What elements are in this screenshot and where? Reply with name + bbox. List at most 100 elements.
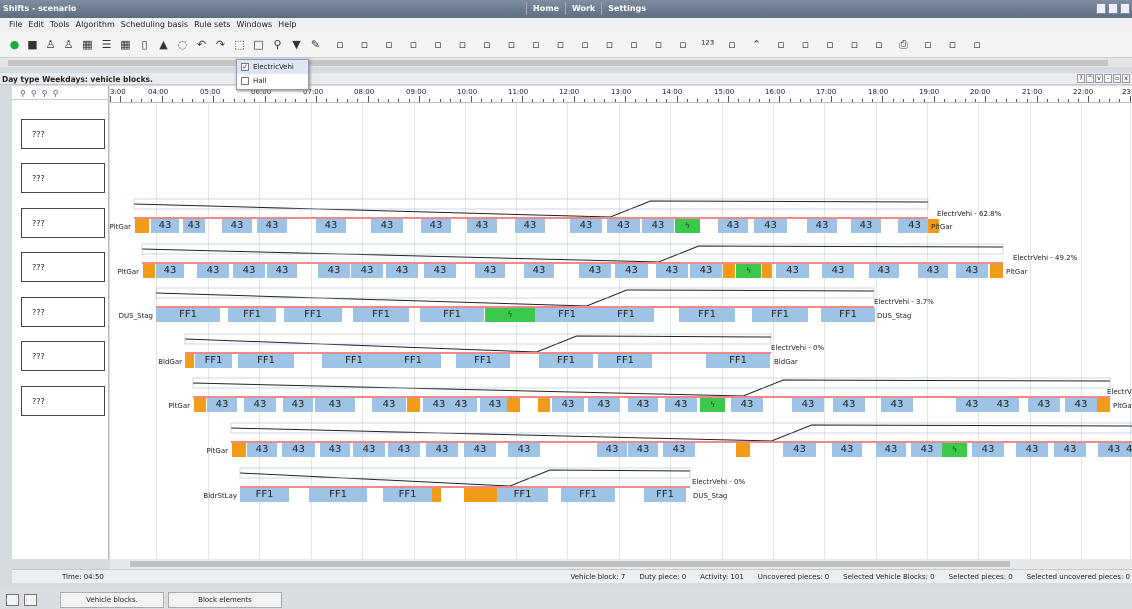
list-icon[interactable]: ☰: [100, 38, 113, 51]
zoom-in-icon[interactable]: ⚲: [20, 89, 26, 98]
trip-block[interactable]: 43: [267, 264, 297, 278]
trip-block[interactable]: FF1: [385, 354, 441, 368]
maximize-button[interactable]: [1108, 3, 1118, 14]
checkbox-checked-icon[interactable]: ✓: [241, 63, 249, 71]
deadhead-block[interactable]: [1097, 398, 1110, 412]
trip-block[interactable]: FF1: [679, 308, 735, 322]
trip-block[interactable]: 43: [372, 398, 406, 412]
trip-block[interactable]: 43: [832, 443, 862, 457]
menu-tools[interactable]: Tools: [50, 18, 70, 32]
menu-rule-sets[interactable]: Rule sets: [194, 18, 230, 32]
trip-block[interactable]: 43: [1065, 398, 1097, 412]
pane-min-icon[interactable]: -: [1104, 74, 1112, 83]
vehicle-label[interactable]: ???: [21, 297, 105, 327]
deadhead-block[interactable]: [990, 264, 1003, 278]
trip-block[interactable]: FF1: [561, 488, 615, 502]
trip-block[interactable]: 43: [424, 264, 456, 278]
trip-block[interactable]: 43: [421, 219, 451, 233]
trip-block[interactable]: FF1: [383, 488, 432, 502]
trip-block[interactable]: 43: [822, 264, 854, 278]
trip-block[interactable]: 43: [876, 443, 906, 457]
trip-block[interactable]: 43: [570, 219, 602, 233]
trip-block[interactable]: 43: [731, 398, 763, 412]
select-icon[interactable]: ⬚: [233, 38, 246, 51]
menu-edit[interactable]: Edit: [28, 18, 44, 32]
deadhead-block[interactable]: [194, 398, 206, 412]
pane-close-icon[interactable]: x: [1122, 74, 1130, 83]
thumb-icon[interactable]: ▫: [554, 38, 567, 51]
deadhead-block[interactable]: [143, 264, 155, 278]
trip-block[interactable]: 43: [320, 443, 350, 457]
trip-block[interactable]: 43: [353, 443, 385, 457]
document-icon[interactable]: ▯: [138, 38, 151, 51]
deadhead-block[interactable]: [135, 219, 149, 233]
target-icon[interactable]: ▫: [652, 38, 665, 51]
printer-icon[interactable]: ⎙: [897, 38, 910, 51]
deadhead-block[interactable]: [407, 398, 420, 412]
trip-block[interactable]: 43: [283, 398, 313, 412]
trip-block[interactable]: 43: [956, 264, 988, 278]
deadhead-block[interactable]: [507, 398, 520, 412]
trip-block[interactable]: 43: [244, 398, 276, 412]
trip-block[interactable]: 43: [656, 264, 688, 278]
trip-block[interactable]: 43: [207, 398, 237, 412]
trip-block[interactable]: FF1: [240, 488, 289, 502]
trip-block[interactable]: 43: [911, 443, 943, 457]
gantt-timeline[interactable]: 3:00 04:00 05:00 06:00 07:00 08:00 09:00 10:00 1…: [110, 86, 1132, 559]
trip-block[interactable]: 43: [257, 219, 287, 233]
trip-block[interactable]: 43: [833, 398, 865, 412]
bulb-icon[interactable]: ▫: [505, 38, 518, 51]
align-icon[interactable]: ▫: [873, 38, 886, 51]
toolbar-scrollbar[interactable]: [0, 57, 1132, 67]
trip-block[interactable]: 43: [222, 219, 252, 233]
trip-block[interactable]: 43: [151, 219, 179, 233]
merge-icon[interactable]: ▫: [383, 38, 396, 51]
trip-block[interactable]: 43: [607, 219, 640, 233]
pane-up-icon[interactable]: ^: [1086, 74, 1094, 83]
chart-icon[interactable]: ▫: [971, 38, 984, 51]
trip-block[interactable]: 43: [597, 443, 627, 457]
trip-block[interactable]: 43: [792, 398, 824, 412]
filter-icon[interactable]: ▼: [290, 38, 303, 51]
trip-block[interactable]: FF1: [420, 308, 484, 322]
vehicle-label[interactable]: ???: [21, 252, 105, 282]
trip-block[interactable]: 43: [918, 264, 948, 278]
trip-block[interactable]: 43: [987, 398, 1019, 412]
trip-block[interactable]: FF1: [353, 308, 409, 322]
trip-block[interactable]: 43: [315, 398, 355, 412]
trip-block[interactable]: 43: [426, 443, 458, 457]
trip-block[interactable]: 43: [1016, 443, 1048, 457]
tab-vehicle-blocks[interactable]: Vehicle blocks.: [60, 592, 164, 608]
copyright-icon[interactable]: ▫: [530, 38, 543, 51]
trip-block[interactable]: 43: [183, 219, 205, 233]
trip-block[interactable]: 43: [776, 264, 809, 278]
trip-block[interactable]: FF1: [228, 308, 276, 322]
cut-icon[interactable]: ▫: [358, 38, 371, 51]
move-icon[interactable]: ▫: [456, 38, 469, 51]
paint-icon[interactable]: ✎: [309, 38, 322, 51]
search-icon[interactable]: ⚲: [271, 38, 284, 51]
restore-pane-icon[interactable]: [24, 594, 37, 606]
redo-icon[interactable]: ↷: [214, 38, 227, 51]
trip-block[interactable]: 43: [663, 443, 695, 457]
table-icon[interactable]: ▦: [119, 38, 132, 51]
trip-block[interactable]: 43: [807, 219, 837, 233]
trip-block[interactable]: 43: [475, 264, 505, 278]
scroll-thumb[interactable]: [130, 561, 1010, 567]
deadhead-block[interactable]: [736, 443, 750, 457]
nav-home[interactable]: Home: [526, 2, 565, 15]
trip-block[interactable]: 43: [515, 219, 545, 233]
deadhead-block[interactable]: [185, 354, 194, 368]
trip-block[interactable]: 43: [588, 398, 620, 412]
grid-icon[interactable]: ▫: [726, 38, 739, 51]
trip-block[interactable]: FF1: [535, 308, 599, 322]
vehicle-label[interactable]: ???: [21, 341, 105, 371]
vehicle-label[interactable]: ???: [21, 208, 105, 238]
split-icon[interactable]: ▫: [407, 38, 420, 51]
charging-block[interactable]: ϟ: [675, 219, 700, 233]
deadhead-block[interactable]: [762, 264, 772, 278]
menu-file[interactable]: File: [9, 18, 22, 32]
trip-block[interactable]: 43: [851, 219, 881, 233]
trip-block[interactable]: 43: [783, 443, 816, 457]
trip-block[interactable]: 43: [388, 443, 420, 457]
